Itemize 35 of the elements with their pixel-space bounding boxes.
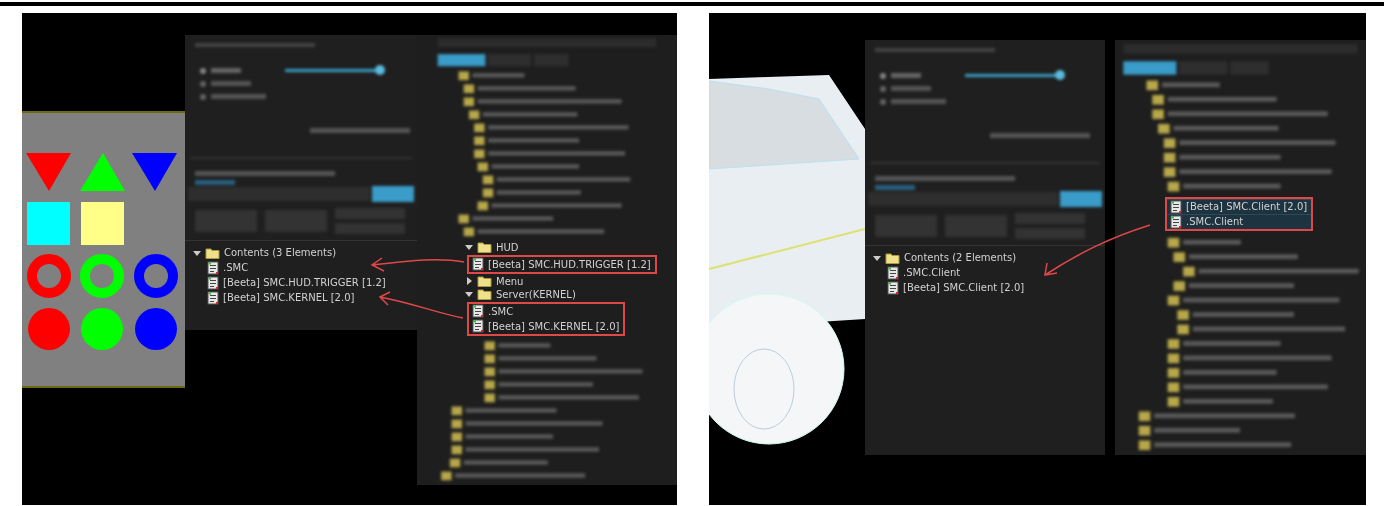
folder-label[interactable]: HUD [496,241,519,253]
collapsed-triangle-icon[interactable] [465,277,473,286]
script-item[interactable]: [Beeta] SMC.Client [2.0] [903,282,1025,293]
inventory-row[interactable]: .SMC.Client [1167,214,1312,230]
folder-icon [477,241,492,254]
expanded-triangle-icon[interactable] [465,290,473,299]
folder-label[interactable]: Server(KERNEL) [496,288,576,300]
inventory-row[interactable]: .SMC [469,303,624,319]
script-icon [887,265,899,280]
folder-label[interactable]: Menu [496,275,524,287]
script-icon [1170,199,1182,214]
folder-icon [205,246,220,259]
script-icon [207,275,219,290]
folder-icon [477,288,492,301]
script-icon [472,257,484,272]
script-item[interactable]: [Beeta] SMC.HUD.TRIGGER [1.2] [223,277,386,288]
inventory-row[interactable]: [Beeta] SMC.KERNEL [2.0] [469,318,624,334]
folder-icon [477,275,492,288]
expanded-triangle-icon[interactable] [193,248,201,257]
script-item[interactable]: [Beeta] SMC.KERNEL [2.0] [223,292,355,303]
expanded-triangle-icon[interactable] [465,243,473,252]
script-icon [887,280,899,295]
contents-folder-label: Contents (3 Elements) [224,247,337,258]
script-icon [1170,214,1182,229]
folder-icon [885,251,900,264]
expanded-triangle-icon[interactable] [873,253,881,262]
inventory-row[interactable]: [Beeta] SMC.HUD.TRIGGER [1.2] [469,256,655,272]
inventory-row[interactable]: [Beeta] SMC.Client [2.0] [1167,199,1312,215]
script-icon [472,304,484,319]
script-item[interactable]: .SMC.Client [903,267,961,278]
script-icon [207,260,219,275]
script-icon [207,290,219,305]
script-item[interactable]: .SMC [223,262,249,273]
contents-folder-label: Contents (2 Elements) [904,252,1017,263]
script-icon [472,319,484,334]
